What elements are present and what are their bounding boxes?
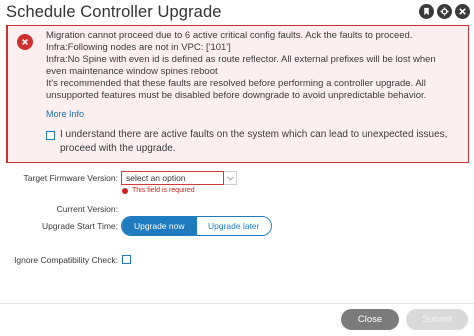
upgrade-start-time-label: Upgrade Start Time:: [41, 221, 118, 231]
fault-alert: Migration cannot proceed due to 6 active…: [6, 25, 469, 163]
target-firmware-error: This field is required: [122, 187, 195, 194]
alert-line: Infra:Following nodes are not in VPC: ['…: [46, 42, 231, 54]
error-dot-icon: [122, 187, 128, 194]
chevron-down-icon: [226, 175, 234, 180]
close-icon[interactable]: [455, 4, 470, 19]
header-actions: [419, 4, 470, 19]
ack-faults-checkbox[interactable]: [46, 131, 55, 140]
footer-divider: [0, 303, 474, 304]
ack-faults-row: I understand there are active faults on …: [46, 128, 466, 155]
ack-faults-label: I understand there are active faults on …: [60, 129, 448, 154]
settings-icon[interactable]: [437, 4, 452, 19]
alert-line: It's recommended that these faults are r…: [46, 78, 426, 90]
error-icon: [17, 34, 33, 50]
alert-message: Migration cannot proceed due to 6 active…: [46, 30, 468, 121]
submit-button[interactable]: Submit: [406, 309, 468, 330]
upgrade-start-time-toggle: Upgrade now Upgrade later: [121, 216, 272, 236]
target-firmware-label: Target Firmware Version:: [23, 173, 118, 183]
target-firmware-select[interactable]: select an option: [121, 171, 224, 185]
error-text: This field is required: [132, 187, 195, 194]
more-info-link[interactable]: More Info: [46, 108, 84, 120]
dialog-title: Schedule Controller Upgrade: [6, 3, 222, 21]
bookmark-icon[interactable]: [419, 4, 434, 19]
alert-line: even maintenance window spines reboot: [46, 66, 218, 78]
select-dropdown-toggle[interactable]: [224, 171, 237, 185]
alert-line: Infra:No Spine with even id is defined a…: [46, 54, 436, 66]
ignore-compat-checkbox[interactable]: [122, 255, 131, 264]
upgrade-later-button[interactable]: Upgrade later: [196, 217, 271, 235]
ignore-compat-label: Ignore Compatibility Check:: [14, 255, 118, 265]
alert-line: Migration cannot proceed due to 6 active…: [46, 30, 413, 41]
upgrade-now-button[interactable]: Upgrade now: [122, 217, 197, 235]
alert-line: unsupported features must be disabled be…: [46, 90, 427, 102]
close-button[interactable]: Close: [341, 309, 399, 330]
current-version-label: Current Version:: [56, 204, 118, 214]
schedule-upgrade-dialog: Schedule Controller Upgrade Migration ca…: [0, 0, 474, 336]
